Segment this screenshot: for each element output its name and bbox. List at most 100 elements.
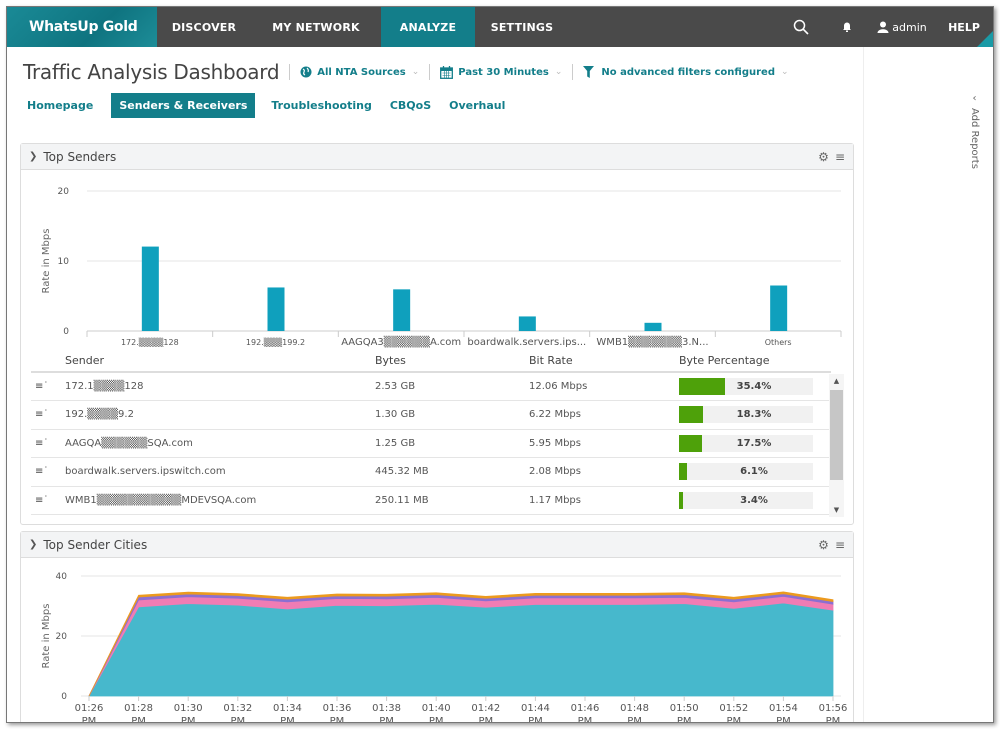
x-tick-label: 01:34 [273,703,302,714]
col-byte-percentage[interactable]: Byte Percentage [679,350,831,373]
bar [267,287,285,331]
nav-analyze[interactable]: ANALYZE [381,7,475,47]
y-tick-label: 0 [61,692,67,702]
bytes-cell: 445.32 MB [375,457,529,487]
add-reports-toggle[interactable]: ‹ Add Reports [969,93,980,169]
table-row[interactable]: ≡˙ WMB1▒▒▒▒▒▒▒▒▒▒▒MDEVSQA.com 250.11 MB 1.1… [31,486,831,515]
panel-title: Top Sender Cities [43,537,148,552]
row-menu-icon[interactable]: ≡˙ [31,400,65,430]
bit-rate-cell: 6.22 Mbps [529,400,679,430]
collapse-chevron-icon[interactable]: ❯ [29,151,37,162]
tab-senders-receivers[interactable]: Senders & Receivers [111,93,256,118]
y-tick-label: 20 [58,187,70,197]
x-tick-label: PM [379,716,394,723]
filter-icon [583,66,595,78]
percentage-bar: 17.5% [679,434,813,452]
bar [518,316,536,331]
scroll-up-arrow-icon[interactable]: ▲ [829,374,844,388]
panel-title: Top Senders [43,149,117,164]
corner-decoration [977,31,993,47]
bytes-cell: 2.53 GB [375,372,529,401]
bit-rate-cell: 12.06 Mbps [529,372,679,401]
notifications-button[interactable] [825,7,869,47]
tab-troubleshooting[interactable]: Troubleshooting [263,93,379,118]
row-menu-icon[interactable]: ≡˙ [31,457,65,487]
sender-cell: AAGQA▒▒▒▒▒▒SQA.com [65,429,375,458]
top-nav-bar: WhatsUp Gold DISCOVER MY NETWORK ANALYZE… [7,7,993,47]
table-row[interactable]: ≡˙ 192.▒▒▒▒9.2 1.30 GB 6.22 Mbps 18.3% [31,400,831,430]
x-tick-label: PM [627,716,642,723]
top-senders-bar-chart: 0 10 20 Rate in Mbps 172.▒▒▒▒128 192.▒▒▒199.2… [41,187,842,348]
advanced-filters-dropdown[interactable]: No advanced filters configured ⌄ [583,66,789,78]
scroll-thumb[interactable] [830,390,843,480]
sender-cell: WMB1▒▒▒▒▒▒▒▒▒▒▒MDEVSQA.com [65,486,375,515]
x-tick-label: 01:38 [372,703,401,714]
panel-header: ❯ Top Senders ⚙ ≡ [21,144,853,170]
collapse-chevron-icon[interactable]: ❯ [29,539,37,550]
bell-icon [843,22,851,32]
bar [644,322,662,331]
bar [141,246,159,331]
sender-cell: 192.▒▒▒▒9.2 [65,400,375,430]
percentage-bar: 3.4% [679,491,813,509]
nav-discover[interactable]: DISCOVER [157,7,251,47]
gear-icon[interactable]: ⚙ [818,538,829,552]
add-reports-label: Add Reports [969,108,980,169]
sender-cell: boardwalk.servers.ipswitch.com [65,457,375,487]
top-senders-panel: ❯ Top Senders ⚙ ≡ 0 10 20 Rate in Mbps 172.▒… [20,143,854,525]
x-tick-label: PM [230,716,245,723]
x-tick-label: PM [280,716,295,723]
dashboard-tabs: Homepage Senders & Receivers Troubleshoo… [19,93,515,118]
x-tick-label: 01:52 [719,703,748,714]
table-scrollbar[interactable]: ▲ ▼ [829,374,844,517]
row-menu-icon[interactable]: ≡˙ [31,429,65,458]
sender-cell: 172.1▒▒▒▒128 [65,372,375,401]
chevron-left-icon: ‹ [972,93,977,104]
nav-my-network[interactable]: MY NETWORK [251,7,381,47]
byte-percentage-cell: 3.4% [679,486,831,515]
x-tick-label: 01:42 [471,703,500,714]
search-button[interactable] [777,7,825,47]
tab-cbqos[interactable]: CBQoS [382,93,439,118]
percentage-bar: 6.1% [679,463,813,481]
table-header-row: Sender Bytes Bit Rate Byte Percentage [31,350,831,373]
scroll-down-arrow-icon[interactable]: ▼ [829,503,844,517]
y-axis-label: Rate in Mbps [41,229,52,294]
time-range-dropdown[interactable]: Past 30 Minutes ⌄ [440,65,562,79]
app-logo[interactable]: WhatsUp Gold [7,7,157,47]
x-tick-label: PM [131,716,146,723]
user-menu[interactable]: admin [869,7,935,47]
x-tick-label: boardwalk.servers.ips... [467,337,586,348]
divider [289,64,291,80]
col-bytes[interactable]: Bytes [375,350,529,373]
table-row[interactable]: ≡˙ boardwalk.servers.ipswitch.com 445.32 M… [31,457,831,487]
nta-sources-dropdown[interactable]: All NTA Sources ⌄ [300,66,419,78]
chevron-down-icon: ⌄ [411,67,420,77]
row-menu-icon[interactable]: ≡˙ [31,486,65,515]
percentage-label: 35.4% [736,381,772,392]
table-row[interactable]: ≡˙ AAGQA▒▒▒▒▒▒SQA.com 1.25 GB 5.95 Mbps 17.5… [31,429,831,458]
menu-icon[interactable]: ≡ [835,538,845,552]
panel-header: ❯ Top Sender Cities ⚙ ≡ [21,532,853,558]
x-tick-label: 01:40 [422,703,451,714]
x-tick-label: WMB1▒▒▒▒▒▒▒3.N... [596,335,708,348]
top-senders-table: Sender Bytes Bit Rate Byte Percentage ≡˙… [31,350,831,515]
x-tick-label: 01:54 [769,703,798,714]
tab-overhaul[interactable]: Overhaul [441,93,513,118]
col-sender[interactable]: Sender [65,350,375,373]
table-row[interactable]: ≡˙ 172.1▒▒▒▒128 2.53 GB 12.06 Mbps 35.4% [31,372,831,401]
nta-sources-label: All NTA Sources [317,66,406,78]
percentage-label: 17.5% [736,437,772,449]
gear-icon[interactable]: ⚙ [818,150,829,164]
top-sender-cities-area-chart: 0 20 40 Rate in Mbps 01:26 PM 01:28 PM 01:30 PM 01… [41,572,847,723]
nav-settings[interactable]: SETTINGS [475,7,569,47]
tab-homepage[interactable]: Homepage [19,93,101,118]
menu-icon[interactable]: ≡ [835,150,845,164]
username: admin [892,20,927,34]
area-series [88,602,834,697]
user-icon [877,21,889,33]
row-menu-icon[interactable]: ≡˙ [31,372,65,401]
bytes-cell: 250.11 MB [375,486,529,515]
percentage-label: 3.4% [740,494,768,506]
col-bit-rate[interactable]: Bit Rate [529,350,679,373]
